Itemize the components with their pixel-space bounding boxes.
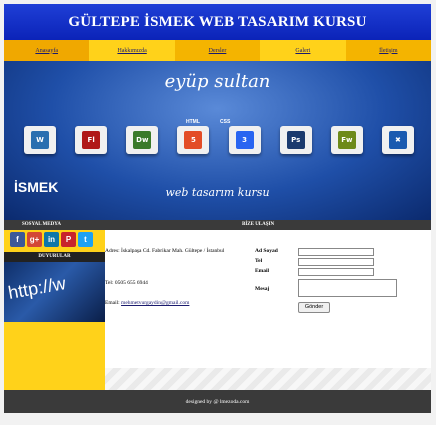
tel-label: Tel [255, 258, 263, 264]
flash-icon-label: Fl [82, 131, 101, 149]
site-title: GÜLTEPE İSMEK WEB TASARIM KURSU [68, 13, 367, 30]
dreamweaver-icon: Dw [126, 126, 159, 154]
main-nav: Anasayfa Hakkımızda Dersler Galeri İleti… [4, 40, 431, 61]
section-bar: SOSYAL MEDYA BİZE ULAŞIN [4, 220, 431, 230]
announcement-image-text: http://w [6, 273, 68, 303]
site-footer: designed by @ lmezoda.com [4, 390, 431, 413]
email-label: Email [255, 268, 270, 274]
message-textarea[interactable] [298, 279, 397, 297]
social-links: f g+ in P t [10, 232, 93, 247]
fireworks-icon: Fw [330, 126, 363, 154]
site-header: GÜLTEPE İSMEK WEB TASARIM KURSU [4, 4, 431, 40]
wordpress-icon: W [24, 126, 56, 154]
photoshop-icon: Ps [279, 126, 312, 154]
banner-logo: eyüp sultan [164, 71, 271, 92]
announcement-image: http://w [4, 262, 105, 322]
joomla-icon-label: ✖ [388, 131, 407, 149]
message-label: Mesaj [255, 286, 270, 292]
html-tile-heading: HTML [186, 119, 200, 125]
footer-credit-link[interactable]: @ lmezoda.com [213, 399, 249, 405]
contact-email-label: Email: [105, 300, 120, 306]
wordpress-icon-label: W [31, 131, 49, 149]
footer-prefix: designed by [185, 398, 213, 405]
nav-home[interactable]: Anasayfa [4, 40, 90, 61]
css3-icon-label: 3 [235, 131, 254, 149]
stripe-decoration [105, 368, 431, 390]
nav-contact[interactable]: İletişim [346, 40, 431, 61]
dreamweaver-icon-label: Dw [133, 131, 152, 149]
nav-gallery[interactable]: Galeri [260, 40, 346, 61]
nav-lessons[interactable]: Dersler [175, 40, 260, 61]
sidebar: f g+ in P t DUYURULAR http://w [4, 230, 105, 390]
facebook-icon[interactable]: f [10, 232, 25, 247]
banner-image: eyüp sultan W Fl Dw 5 3 Ps Fw ✖ HTML CSS… [4, 61, 431, 220]
contact-tel: Tel: 0505 655 6944 [105, 280, 148, 286]
contact-heading: BİZE ULAŞIN [242, 222, 275, 227]
html5-icon-label: 5 [184, 131, 203, 149]
joomla-icon: ✖ [381, 126, 414, 154]
name-label: Ad Soyad [255, 248, 278, 254]
html5-icon: 5 [177, 126, 210, 154]
twitter-icon[interactable]: t [78, 232, 93, 247]
flash-icon: Fl [75, 126, 108, 154]
contact-section: Adres: İskalpaşa Cd. Fabrikar Mah. Gülte… [105, 230, 431, 390]
banner-tiles: W Fl Dw 5 3 Ps Fw ✖ [24, 126, 414, 154]
fireworks-icon-label: Fw [337, 131, 356, 149]
announcements-heading: DUYURULAR [4, 252, 105, 262]
contact-address: Adres: İskalpaşa Cd. Fabrikar Mah. Gülte… [105, 248, 225, 254]
tel-input[interactable] [298, 258, 374, 266]
google-plus-icon[interactable]: g+ [27, 232, 42, 247]
social-media-heading: SOSYAL MEDYA [22, 222, 61, 227]
pinterest-icon[interactable]: P [61, 232, 76, 247]
linkedin-icon[interactable]: in [44, 232, 59, 247]
contact-email-link[interactable]: mehmetvurgaydin@gmail.com [121, 300, 189, 306]
name-input[interactable] [298, 248, 374, 256]
css3-icon: 3 [228, 126, 261, 154]
page: GÜLTEPE İSMEK WEB TASARIM KURSU Anasayfa… [4, 4, 431, 413]
contact-email: Email: mehmetvurgaydin@gmail.com [105, 300, 189, 306]
submit-button[interactable]: Gönder [298, 302, 330, 313]
css-tile-heading: CSS [220, 119, 231, 125]
banner-tagline: web tasarım kursu [165, 186, 270, 199]
nav-about[interactable]: Hakkımızda [89, 40, 175, 61]
email-input[interactable] [298, 268, 374, 276]
photoshop-icon-label: Ps [286, 131, 305, 149]
